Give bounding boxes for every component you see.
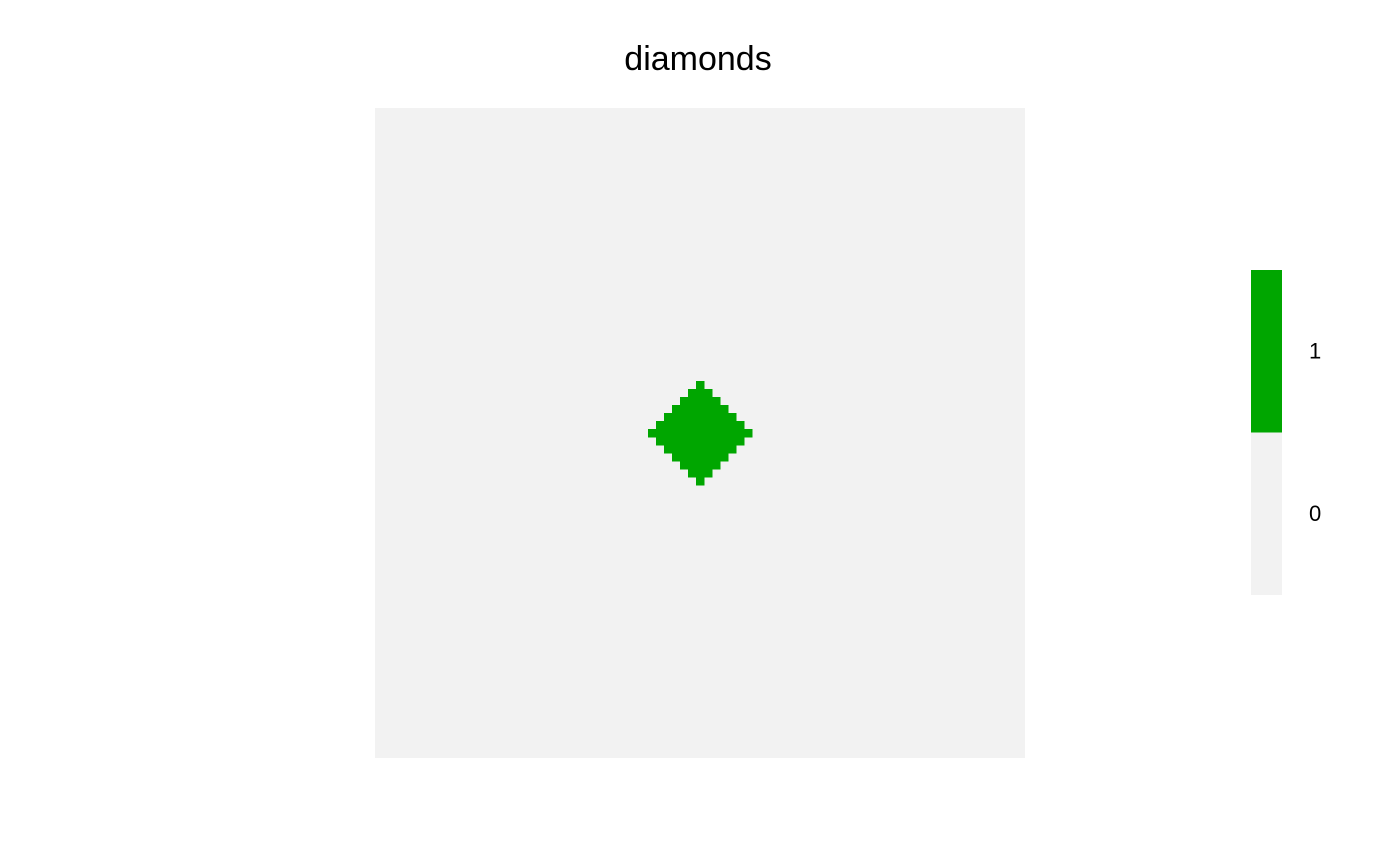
heatmap-cell (695, 412, 705, 422)
heatmap-cell (704, 453, 713, 462)
heatmap-cell (712, 420, 721, 430)
heatmap-cell (663, 445, 673, 454)
heatmap-cell (663, 412, 673, 422)
heatmap-cell (712, 453, 721, 462)
heatmap-cell (744, 428, 753, 438)
heatmap-cell (671, 445, 681, 454)
heatmap-cell (712, 428, 721, 438)
heatmap-cell (687, 461, 697, 470)
heatmap-cell (704, 420, 713, 430)
heatmap-cell (736, 420, 745, 430)
heatmap-cell (695, 453, 705, 462)
heatmap-cell (712, 437, 721, 446)
heatmap-cell (695, 428, 705, 438)
chart-title: diamonds (624, 40, 771, 78)
heatmap-cell (663, 437, 673, 446)
heatmap-cell (704, 396, 713, 406)
heatmap-cell (671, 437, 681, 446)
heatmap-cell (728, 428, 737, 438)
heatmap-cell (704, 461, 713, 470)
heatmap-cell (687, 445, 697, 454)
legend-label-1: 1 (1309, 338, 1321, 363)
heatmap-cell (720, 420, 729, 430)
heatmap-chart: diamonds 10 (375, 40, 1321, 758)
heatmap-cell (687, 469, 697, 478)
heatmap-cell (679, 420, 689, 430)
legend: 10 (1251, 270, 1321, 595)
heatmap-cell (679, 437, 689, 446)
heatmap-cell (736, 428, 745, 438)
heatmap-cell (712, 461, 721, 470)
legend-label-0: 0 (1309, 501, 1321, 526)
heatmap-cell (728, 445, 737, 454)
chart-container: diamonds 10 (0, 0, 1400, 866)
heatmap-cell (695, 461, 705, 470)
heatmap-cell (704, 437, 713, 446)
heatmap-cell (671, 428, 681, 438)
heatmap-cell (728, 412, 737, 422)
heatmap-cell (679, 461, 689, 470)
heatmap-cell (704, 388, 713, 398)
heatmap-cell (720, 445, 729, 454)
heatmap-cell (687, 396, 697, 406)
heatmap-cell (679, 428, 689, 438)
heatmap-cell (720, 437, 729, 446)
heatmap-cell (704, 428, 713, 438)
heatmap-cell (671, 453, 681, 462)
heatmap-cell (687, 420, 697, 430)
heatmap-cell (687, 453, 697, 462)
heatmap-cell (655, 420, 665, 430)
heatmap-cell (695, 380, 705, 390)
heatmap-cell (695, 477, 705, 486)
heatmap-cell (647, 428, 657, 438)
heatmap-cell (679, 412, 689, 422)
heatmap-cell (728, 437, 737, 446)
heatmap-cell (720, 412, 729, 422)
heatmap-cell (720, 404, 729, 414)
heatmap-cell (720, 428, 729, 438)
heatmap-cell (695, 445, 705, 454)
heatmap-cell (736, 437, 745, 446)
heatmap-cell (679, 453, 689, 462)
heatmap-cell (687, 388, 697, 398)
heatmap-cell (695, 469, 705, 478)
heatmap-cell (704, 404, 713, 414)
heatmap-cell (679, 396, 689, 406)
heatmap-cell (720, 453, 729, 462)
heatmap-cell (655, 428, 665, 438)
legend-swatch-1 (1251, 270, 1282, 433)
heatmap-cell (671, 412, 681, 422)
heatmap-cell (687, 437, 697, 446)
heatmap-cell (704, 412, 713, 422)
heatmap-cell (679, 404, 689, 414)
heatmap-cell (671, 404, 681, 414)
heatmap-cell (712, 412, 721, 422)
heatmap-cell (671, 420, 681, 430)
heatmap-cell (663, 428, 673, 438)
heatmap-cell (695, 396, 705, 406)
heatmap-cell (704, 445, 713, 454)
heatmap-cell (663, 420, 673, 430)
heatmap-cell (712, 404, 721, 414)
legend-swatch-0 (1251, 432, 1282, 595)
heatmap-cell (687, 428, 697, 438)
heatmap-cell (695, 404, 705, 414)
heatmap-cell (695, 437, 705, 446)
heatmap-cell (712, 396, 721, 406)
heatmap-cell (687, 404, 697, 414)
heatmap-cell (728, 420, 737, 430)
heatmap-cell (655, 437, 665, 446)
heatmap-cell (695, 388, 705, 398)
heatmap-cell (679, 445, 689, 454)
heatmap-cell (687, 412, 697, 422)
heatmap-cell (712, 445, 721, 454)
heatmap-cell (695, 420, 705, 430)
heatmap-cell (704, 469, 713, 478)
